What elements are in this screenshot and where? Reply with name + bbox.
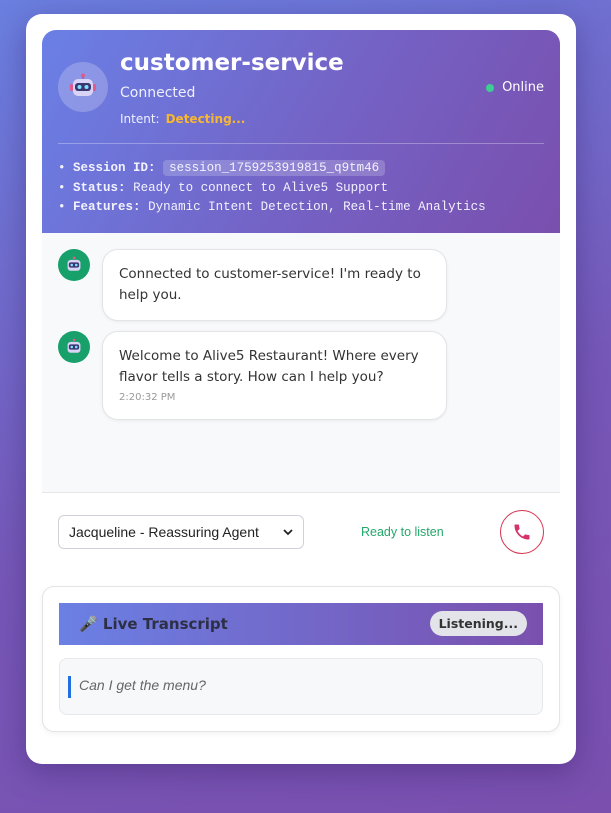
features-value: Dynamic Intent Detection, Real-time Anal… bbox=[148, 200, 486, 214]
session-id-row: • Session ID: session_1759253919815_q9tm… bbox=[58, 159, 486, 179]
robot-icon bbox=[67, 256, 81, 271]
status-row: • Status: Ready to connect to Alive5 Sup… bbox=[58, 179, 486, 199]
message-item: Connected to customer-service! I'm ready… bbox=[58, 249, 447, 321]
status-value: Ready to connect to Alive5 Support bbox=[133, 180, 389, 195]
message-item: Welcome to Alive5 Restaurant! Where ever… bbox=[58, 331, 447, 420]
phone-icon bbox=[514, 524, 530, 540]
bot-avatar bbox=[58, 331, 90, 363]
message-list[interactable]: Connected to customer-service! I'm ready… bbox=[42, 233, 560, 493]
robot-icon bbox=[67, 338, 81, 353]
voice-controls: Jacqueline - Reassuring Agent Ready to l… bbox=[42, 494, 560, 568]
transcript-body: Can I get the menu? bbox=[59, 658, 543, 715]
header-divider bbox=[58, 143, 544, 144]
voice-select-value: Jacqueline - Reassuring Agent bbox=[69, 524, 259, 540]
online-indicator: Online bbox=[486, 80, 544, 95]
voice-select[interactable]: Jacqueline - Reassuring Agent bbox=[58, 515, 304, 549]
transcript-text: Can I get the menu? bbox=[79, 677, 206, 693]
features-row: • Features: Dynamic Intent Detection, Re… bbox=[58, 198, 486, 218]
session-id-value: session_1759253919815_q9tm46 bbox=[163, 160, 386, 176]
online-dot-icon bbox=[486, 83, 495, 92]
features-label: Features: bbox=[73, 200, 141, 214]
chat-widget-card: customer-service Connected Intent: Detect… bbox=[26, 14, 576, 764]
transcript-header: 🎤 Live Transcript Listening... bbox=[59, 603, 543, 645]
listening-badge: Listening... bbox=[429, 611, 527, 636]
call-button[interactable] bbox=[500, 510, 544, 554]
session-info: • Session ID: session_1759253919815_q9tm… bbox=[58, 159, 486, 218]
chevron-down-icon bbox=[283, 529, 293, 536]
transcript-title: 🎤 Live Transcript bbox=[79, 615, 228, 633]
listen-status: Ready to listen bbox=[361, 525, 444, 539]
intent-label: Intent: bbox=[120, 112, 160, 126]
session-id-label: Session ID: bbox=[73, 161, 156, 175]
connection-status: Connected bbox=[120, 85, 196, 101]
robot-avatar bbox=[58, 62, 108, 112]
message-bubble: Welcome to Alive5 Restaurant! Where ever… bbox=[102, 331, 447, 420]
robot-icon bbox=[70, 73, 96, 96]
message-bubble: Connected to customer-service! I'm ready… bbox=[102, 249, 447, 321]
agent-title: customer-service bbox=[120, 50, 344, 76]
bullet: • bbox=[58, 200, 66, 214]
bot-avatar bbox=[58, 249, 90, 281]
live-transcript-panel: 🎤 Live Transcript Listening... Can I get… bbox=[42, 586, 560, 732]
message-text: Connected to customer-service! I'm ready… bbox=[119, 266, 421, 303]
message-text: Welcome to Alive5 Restaurant! Where ever… bbox=[119, 348, 419, 385]
bullet: • bbox=[58, 180, 66, 195]
message-timestamp: 2:20:32 PM bbox=[119, 392, 176, 403]
bullet: • bbox=[58, 161, 66, 175]
transcript-accent-bar bbox=[68, 676, 71, 698]
intent-value: Detecting... bbox=[165, 112, 246, 126]
microphone-icon: 🎤 bbox=[79, 615, 98, 633]
online-label: Online bbox=[502, 80, 544, 95]
intent-row: Intent: Detecting... bbox=[120, 112, 245, 126]
transcript-title-text: Live Transcript bbox=[102, 615, 228, 633]
chat-header: customer-service Connected Intent: Detect… bbox=[42, 30, 560, 233]
status-label: Status: bbox=[73, 180, 126, 195]
